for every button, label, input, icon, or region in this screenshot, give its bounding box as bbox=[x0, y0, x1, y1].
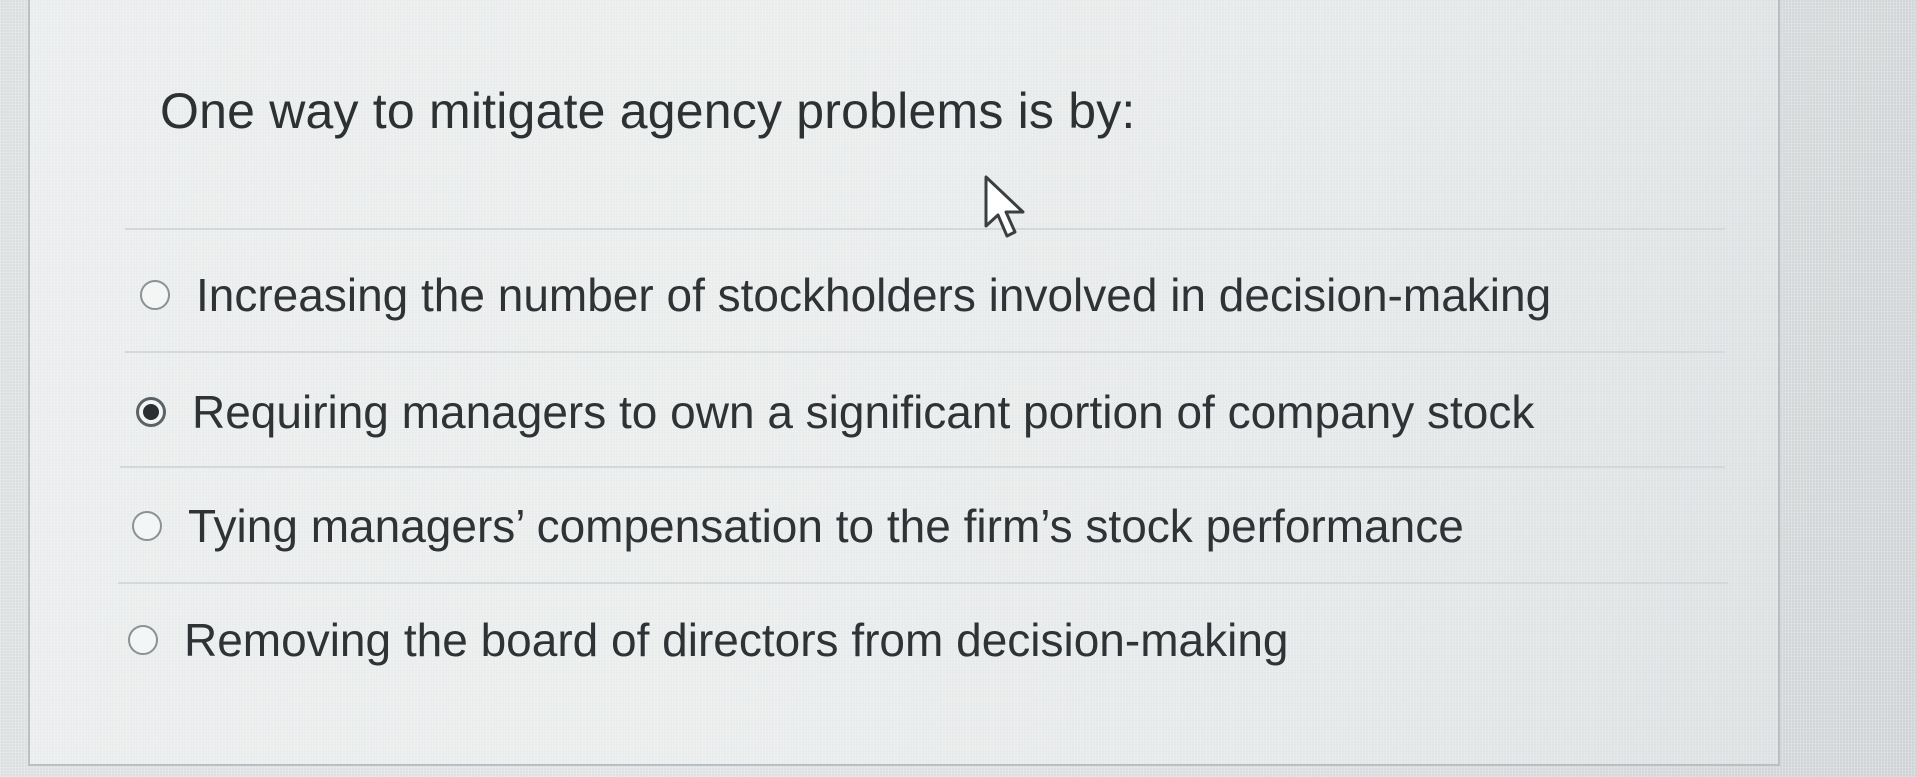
answer-option-label: Removing the board of directors from dec… bbox=[184, 614, 1289, 666]
answer-option-4[interactable]: Removing the board of directors from dec… bbox=[128, 613, 1289, 667]
answer-option-1[interactable]: Increasing the number of stockholders in… bbox=[140, 268, 1551, 322]
radio-unselected-icon[interactable] bbox=[132, 511, 162, 541]
answer-option-label: Increasing the number of stockholders in… bbox=[196, 269, 1552, 321]
answer-option-label: Requiring managers to own a significant … bbox=[192, 386, 1535, 438]
radio-selected-icon[interactable] bbox=[136, 397, 166, 427]
divider bbox=[118, 582, 1728, 584]
divider bbox=[125, 351, 1725, 353]
divider-top bbox=[125, 228, 1725, 230]
mouse-pointer-icon bbox=[984, 175, 1025, 238]
radio-unselected-icon[interactable] bbox=[128, 625, 158, 655]
radio-unselected-icon[interactable] bbox=[140, 280, 170, 310]
question-text: One way to mitigate agency problems is b… bbox=[160, 83, 1136, 139]
answer-option-2[interactable]: Requiring managers to own a significant … bbox=[136, 385, 1534, 439]
divider bbox=[120, 466, 1725, 468]
answer-option-label: Tying managers’ compensation to the firm… bbox=[188, 500, 1464, 552]
answer-option-3[interactable]: Tying managers’ compensation to the firm… bbox=[132, 499, 1464, 553]
question-panel: One way to mitigate agency problems is b… bbox=[28, 0, 1780, 766]
